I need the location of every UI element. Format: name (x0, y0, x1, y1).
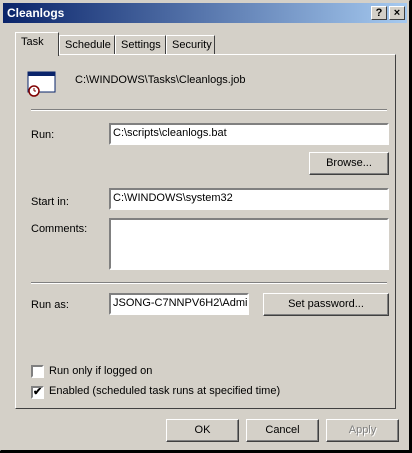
enabled-checkbox[interactable]: ✔ (31, 386, 44, 399)
comments-textarea[interactable] (109, 218, 389, 270)
run-as-input[interactable]: JSONG-C7NNPV6H2\Admi (109, 293, 249, 315)
separator-middle (31, 282, 387, 284)
task-file-icon (27, 71, 57, 97)
apply-button[interactable]: Apply (326, 419, 399, 442)
tab-settings[interactable]: Settings (115, 35, 166, 55)
run-only-logged-checkbox[interactable] (31, 365, 44, 378)
run-only-logged-label[interactable]: Run only if logged on (49, 365, 152, 377)
window-title: Cleanlogs (7, 6, 65, 20)
tab-schedule[interactable]: Schedule (59, 35, 115, 55)
tab-security[interactable]: Security (166, 35, 215, 55)
title-bar[interactable]: Cleanlogs ? × (3, 3, 407, 23)
run-as-label: Run as: (31, 299, 69, 311)
close-button[interactable]: × (389, 6, 405, 20)
run-label: Run: (31, 129, 55, 141)
set-password-button[interactable]: Set password... (263, 293, 389, 316)
start-in-label: Start in: (31, 196, 69, 208)
enabled-label[interactable]: Enabled (scheduled task runs at specifie… (49, 385, 280, 397)
tab-task[interactable]: Task (15, 32, 59, 56)
task-file-path: C:\WINDOWS\Tasks\Cleanlogs.job (75, 74, 246, 86)
separator-top (31, 109, 387, 111)
run-input[interactable]: C:\scripts\cleanlogs.bat (109, 123, 389, 145)
task-properties-window: Cleanlogs ? × Task Schedule Settings Sec… (0, 0, 410, 451)
comments-label: Comments: (31, 223, 88, 235)
help-button[interactable]: ? (371, 6, 387, 20)
check-mark-icon: ✔ (33, 386, 43, 398)
cancel-button[interactable]: Cancel (246, 419, 319, 442)
ok-button[interactable]: OK (166, 419, 239, 442)
browse-button[interactable]: Browse... (309, 152, 389, 175)
start-in-input[interactable]: C:\WINDOWS\system32 (109, 188, 389, 210)
